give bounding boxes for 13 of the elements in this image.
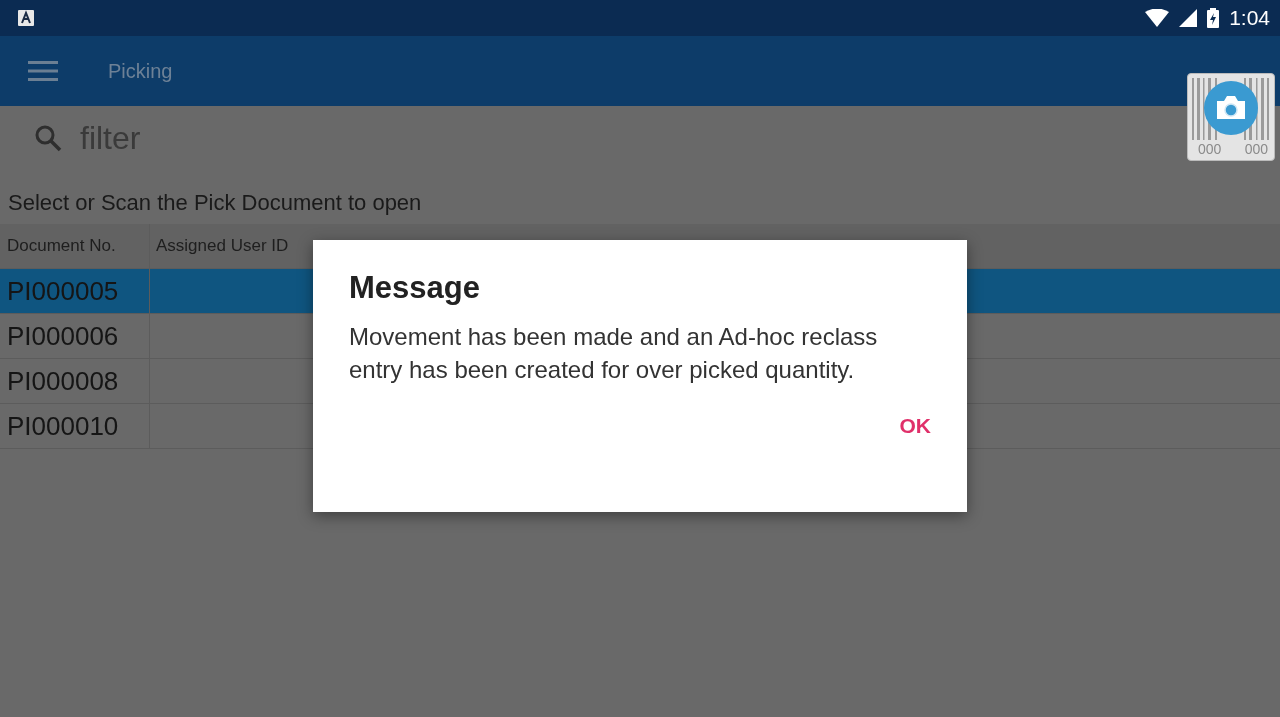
table-cell: PI000005	[0, 269, 150, 313]
table-cell: PI000008	[0, 359, 150, 403]
barcode-digits: 000	[1244, 141, 1268, 157]
table-cell: PI000010	[0, 404, 150, 448]
column-header: Document No.	[0, 224, 150, 268]
instruction-text: Select or Scan the Pick Document to open	[7, 190, 423, 217]
dialog-title: Message	[349, 270, 481, 306]
clock-time: 1:04	[1229, 6, 1270, 30]
app-title: Picking	[108, 59, 173, 83]
table-cell: PI000006	[0, 314, 150, 358]
column-header: Assigned User ID	[155, 236, 289, 256]
dialog-message: Movement has been made and an Ad-hoc reclass entry has been created for over picked quantity.	[349, 322, 879, 385]
barcode-digits: 000	[1198, 141, 1222, 157]
